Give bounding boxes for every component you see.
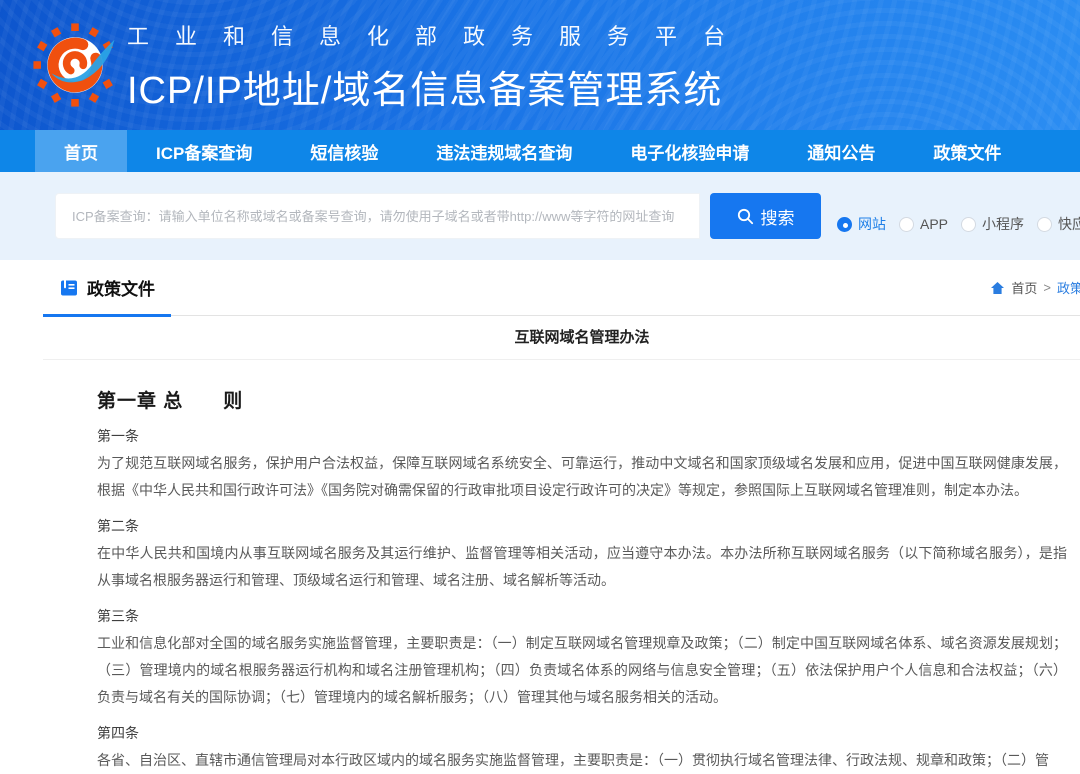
breadcrumb-separator: > (1043, 280, 1051, 295)
clause-text: 工业和信息化部对全国的域名服务实施监督管理，主要职责是：（一）制定互联网域名管理… (97, 630, 1067, 711)
section-head: 政策文件 首页 > 政策文件 (43, 260, 1080, 316)
gear-e-logo-icon (33, 23, 117, 107)
nav-item-home[interactable]: 首页 (35, 130, 127, 172)
site-header: 工业和信息化部政务服务平台 ICP/IP地址/域名信息备案管理系统 (0, 0, 1080, 130)
search-row: 搜索 网站 APP 小程序 快应用 (55, 193, 1080, 239)
miit-gear-e-logo (33, 13, 117, 117)
main-content: 政策文件 首页 > 政策文件 互联网域名管理办法 第一章 总 则 第一条 为了规… (43, 260, 1080, 774)
clause-number: 第二条 (97, 518, 1067, 534)
radio-selected-icon (837, 217, 852, 232)
main-nav: 首页 ICP备案查询 短信核验 违法违规域名查询 电子化核验申请 通知公告 政策… (0, 130, 1080, 172)
search-type-website[interactable]: 网站 (837, 214, 886, 234)
header-title-block: 工业和信息化部政务服务平台 ICP/IP地址/域名信息备案管理系统 (127, 17, 751, 114)
chapter-heading: 第一章 总 则 (97, 390, 1067, 414)
search-type-quick-app[interactable]: 快应用 (1037, 214, 1080, 234)
clause-number: 第四条 (97, 725, 1067, 741)
breadcrumb-current-link[interactable]: 政策文件 (1057, 278, 1080, 297)
clause-4: 第四条 各省、自治区、直辖市通信管理局对本行政区域内的域名服务实施监督管理，主要… (97, 725, 1067, 774)
home-icon (990, 281, 1005, 295)
search-type-mini-program[interactable]: 小程序 (961, 214, 1024, 234)
nav-item-electronic-verify-apply[interactable]: 电子化核验申请 (601, 130, 778, 172)
book-icon (60, 279, 78, 297)
search-input[interactable] (55, 193, 700, 239)
radio-icon (961, 217, 976, 232)
article-body: 第一章 总 则 第一条 为了规范互联网域名服务，保护用户合法权益，保障互联网域名… (43, 390, 1080, 774)
clause-3: 第三条 工业和信息化部对全国的域名服务实施监督管理，主要职责是：（一）制定互联网… (97, 608, 1067, 711)
breadcrumb: 首页 > 政策文件 (990, 278, 1080, 297)
clause-number: 第三条 (97, 608, 1067, 624)
search-band: 搜索 网站 APP 小程序 快应用 (0, 172, 1080, 260)
breadcrumb-home-link[interactable]: 首页 (1011, 278, 1037, 297)
system-title: ICP/IP地址/域名信息备案管理系统 (127, 59, 751, 114)
nav-item-notices[interactable]: 通知公告 (778, 130, 904, 172)
clause-2: 第二条 在中华人民共和国境内从事互联网域名服务及其运行维护、监督管理等相关活动，… (97, 518, 1067, 594)
nav-item-illegal-domain-query[interactable]: 违法违规域名查询 (407, 130, 601, 172)
clause-1: 第一条 为了规范互联网域名服务，保护用户合法权益，保障互联网域名系统安全、可靠运… (97, 428, 1067, 504)
clause-text: 在中华人民共和国境内从事互联网域名服务及其运行维护、监督管理等相关活动，应当遵守… (97, 540, 1067, 594)
search-icon (737, 208, 754, 225)
platform-name: 工业和信息化部政务服务平台 (127, 19, 751, 51)
search-button-label: 搜索 (761, 204, 795, 229)
section-title: 政策文件 (87, 275, 155, 300)
radio-icon (1037, 217, 1052, 232)
nav-item-policy-files[interactable]: 政策文件 (904, 130, 1030, 172)
clause-text: 各省、自治区、直辖市通信管理局对本行政区域内的域名服务实施监督管理，主要职责是：… (97, 747, 1067, 774)
article-title: 互联网域名管理办法 (43, 316, 1080, 360)
clause-number: 第一条 (97, 428, 1067, 444)
search-type-group: 网站 APP 小程序 快应用 (837, 193, 1080, 239)
policy-files-section-tab: 政策文件 (43, 275, 155, 300)
search-type-app[interactable]: APP (899, 216, 948, 232)
clause-text: 为了规范互联网域名服务，保护用户合法权益，保障互联网域名系统安全、可靠运行，推动… (97, 450, 1067, 504)
radio-icon (899, 217, 914, 232)
nav-item-sms-verify[interactable]: 短信核验 (281, 130, 407, 172)
search-button[interactable]: 搜索 (710, 193, 821, 239)
nav-item-icp-query[interactable]: ICP备案查询 (127, 130, 281, 172)
